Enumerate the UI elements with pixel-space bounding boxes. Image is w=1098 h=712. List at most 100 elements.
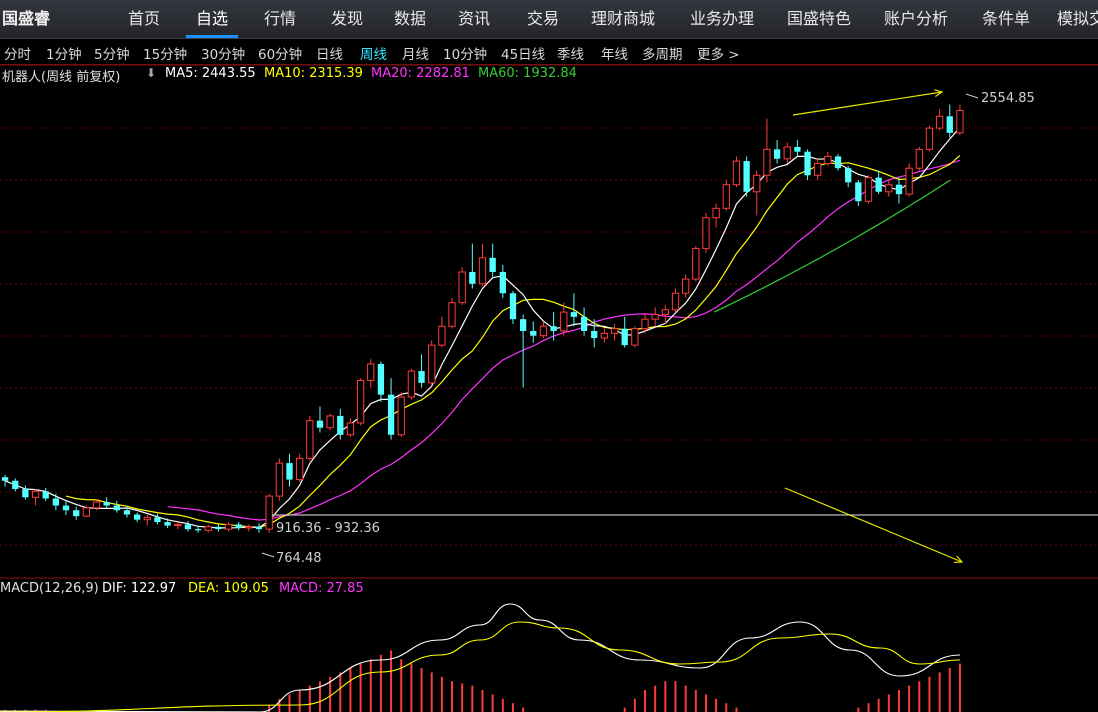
candle-body: [763, 148, 771, 176]
trend-arrow-down: [784, 487, 963, 563]
nav-7[interactable]: 理财商城: [591, 0, 655, 38]
candle-body: [814, 162, 822, 176]
nav-11[interactable]: 条件单: [982, 0, 1030, 38]
high-label: 2554.85: [981, 91, 1035, 106]
candle-body: [946, 116, 953, 133]
candle-body: [743, 161, 750, 192]
candle-body: [397, 396, 405, 436]
candle-body: [702, 217, 710, 249]
candle-body: [12, 480, 19, 490]
period-7[interactable]: 周线: [360, 43, 387, 63]
candle-body: [62, 505, 70, 511]
nav-12[interactable]: 模拟交: [1057, 0, 1098, 38]
candle-body: [925, 127, 934, 150]
ma20-line: [167, 159, 961, 521]
nav-10[interactable]: 账户分析: [884, 0, 948, 38]
candle-body: [438, 325, 446, 346]
candle-body: [692, 247, 700, 280]
candle-body: [103, 502, 110, 506]
nav-2[interactable]: 行情: [264, 0, 296, 38]
period-0[interactable]: 分时: [4, 43, 31, 63]
period-4[interactable]: 30分钟: [201, 43, 245, 63]
top-nav: 国盛睿 首页 自选 行情 发现 数据 资讯 交易 理财商城 业务办理 国盛特色 账户分析 条件单 模拟交: [0, 0, 1098, 39]
candle-body: [489, 257, 496, 272]
nav-1[interactable]: 自选: [185, 0, 239, 38]
candle-body: [326, 415, 334, 429]
candle-body: [641, 318, 649, 330]
macd-value-label: MACD: 27.85: [279, 581, 364, 596]
candle-body: [224, 523, 233, 530]
candle-body: [286, 463, 293, 480]
candle-body: [519, 319, 527, 331]
candle-body: [824, 155, 832, 164]
candle-body: [418, 371, 425, 383]
candle-body: [154, 517, 161, 523]
period-5[interactable]: 60分钟: [258, 43, 302, 63]
candle-body: [448, 302, 456, 327]
trend-arrow-down-head: [953, 555, 964, 564]
candle-body: [367, 363, 375, 382]
nav-6[interactable]: 交易: [527, 0, 559, 38]
candle-body: [164, 522, 171, 526]
candle-body: [651, 313, 659, 320]
period-6[interactable]: 日线: [316, 43, 343, 63]
candle-body: [113, 505, 120, 511]
nav-4[interactable]: 数据: [394, 0, 426, 38]
candle-body: [458, 271, 466, 304]
candle-body: [712, 207, 720, 219]
macd-name: MACD(12,26,9): [0, 581, 99, 596]
candle-body: [631, 328, 639, 346]
candle-body: [387, 394, 395, 435]
candle-body: [265, 495, 273, 530]
nav-5[interactable]: 资讯: [458, 0, 490, 38]
candle-body: [875, 177, 882, 192]
period-14[interactable]: 更多 >: [697, 43, 740, 63]
candle-body: [255, 526, 263, 530]
candle-body: [499, 272, 506, 294]
candle-body: [316, 420, 324, 428]
period-12[interactable]: 年线: [601, 43, 628, 63]
candle-body: [235, 524, 242, 528]
period-11[interactable]: 季线: [557, 43, 584, 63]
candle-body: [204, 526, 212, 531]
candle-body: [428, 344, 436, 384]
candle-body: [885, 184, 893, 193]
period-10[interactable]: 45日线: [501, 43, 545, 63]
candle-body: [42, 491, 49, 499]
period-2[interactable]: 5分钟: [94, 43, 130, 63]
candle-body: [580, 316, 588, 331]
candle-body: [52, 498, 60, 506]
candle-body: [671, 292, 680, 311]
candle-body: [184, 524, 192, 530]
candle-body: [469, 272, 476, 284]
candle-body: [600, 332, 609, 339]
nav-0[interactable]: 首页: [128, 0, 160, 38]
candle-body: [539, 325, 548, 337]
candle-body: [610, 328, 619, 334]
nav-8[interactable]: 业务办理: [690, 0, 754, 38]
nav-9[interactable]: 国盛特色: [787, 0, 851, 38]
candlestick-chart[interactable]: 916.36 - 932.36 764.48 2554.85: [0, 0, 1098, 712]
candle-body: [337, 415, 344, 435]
stock-title: 机器人(周线 前复权): [2, 70, 121, 85]
period-9[interactable]: 10分钟: [443, 43, 487, 63]
candle-body: [794, 146, 801, 152]
candle-body: [245, 526, 253, 529]
candle-body: [174, 523, 182, 527]
period-1[interactable]: 1分钟: [46, 43, 82, 63]
nav-3[interactable]: 发现: [331, 0, 363, 38]
low-label: 764.48: [276, 551, 322, 566]
range-label: 916.36 - 932.36: [276, 521, 380, 536]
candle-body: [895, 184, 903, 195]
period-13[interactable]: 多周期: [642, 43, 683, 63]
period-8[interactable]: 月线: [402, 43, 429, 63]
ma10-line: [65, 154, 961, 529]
candle-body: [31, 490, 40, 498]
candle-body: [570, 312, 578, 317]
period-3[interactable]: 15分钟: [143, 43, 187, 63]
candle-body: [855, 182, 862, 202]
candle-body: [550, 326, 557, 331]
candle-body: [296, 457, 304, 481]
candle-body: [22, 489, 29, 498]
settings-dropdown-icon[interactable]: ⬇: [146, 66, 156, 80]
